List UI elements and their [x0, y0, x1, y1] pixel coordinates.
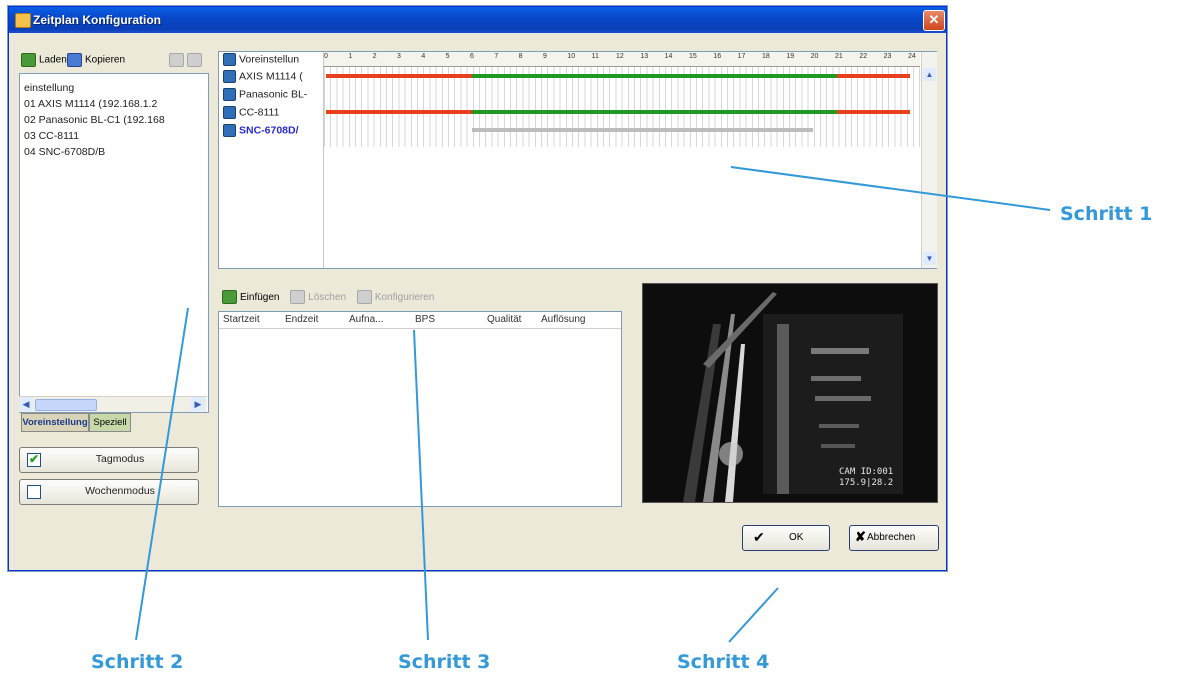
step-2-label: Schritt 2 [91, 651, 184, 673]
step-3-label: Schritt 3 [398, 651, 491, 673]
annotation-lines [135, 166, 1051, 643]
step-1-label: Schritt 1 [1060, 203, 1153, 225]
step-4-label: Schritt 4 [677, 651, 770, 673]
step-3-pointer [413, 329, 429, 641]
step-4-pointer [728, 587, 779, 643]
step-2-pointer [135, 307, 189, 641]
step-1-pointer [730, 166, 1051, 211]
